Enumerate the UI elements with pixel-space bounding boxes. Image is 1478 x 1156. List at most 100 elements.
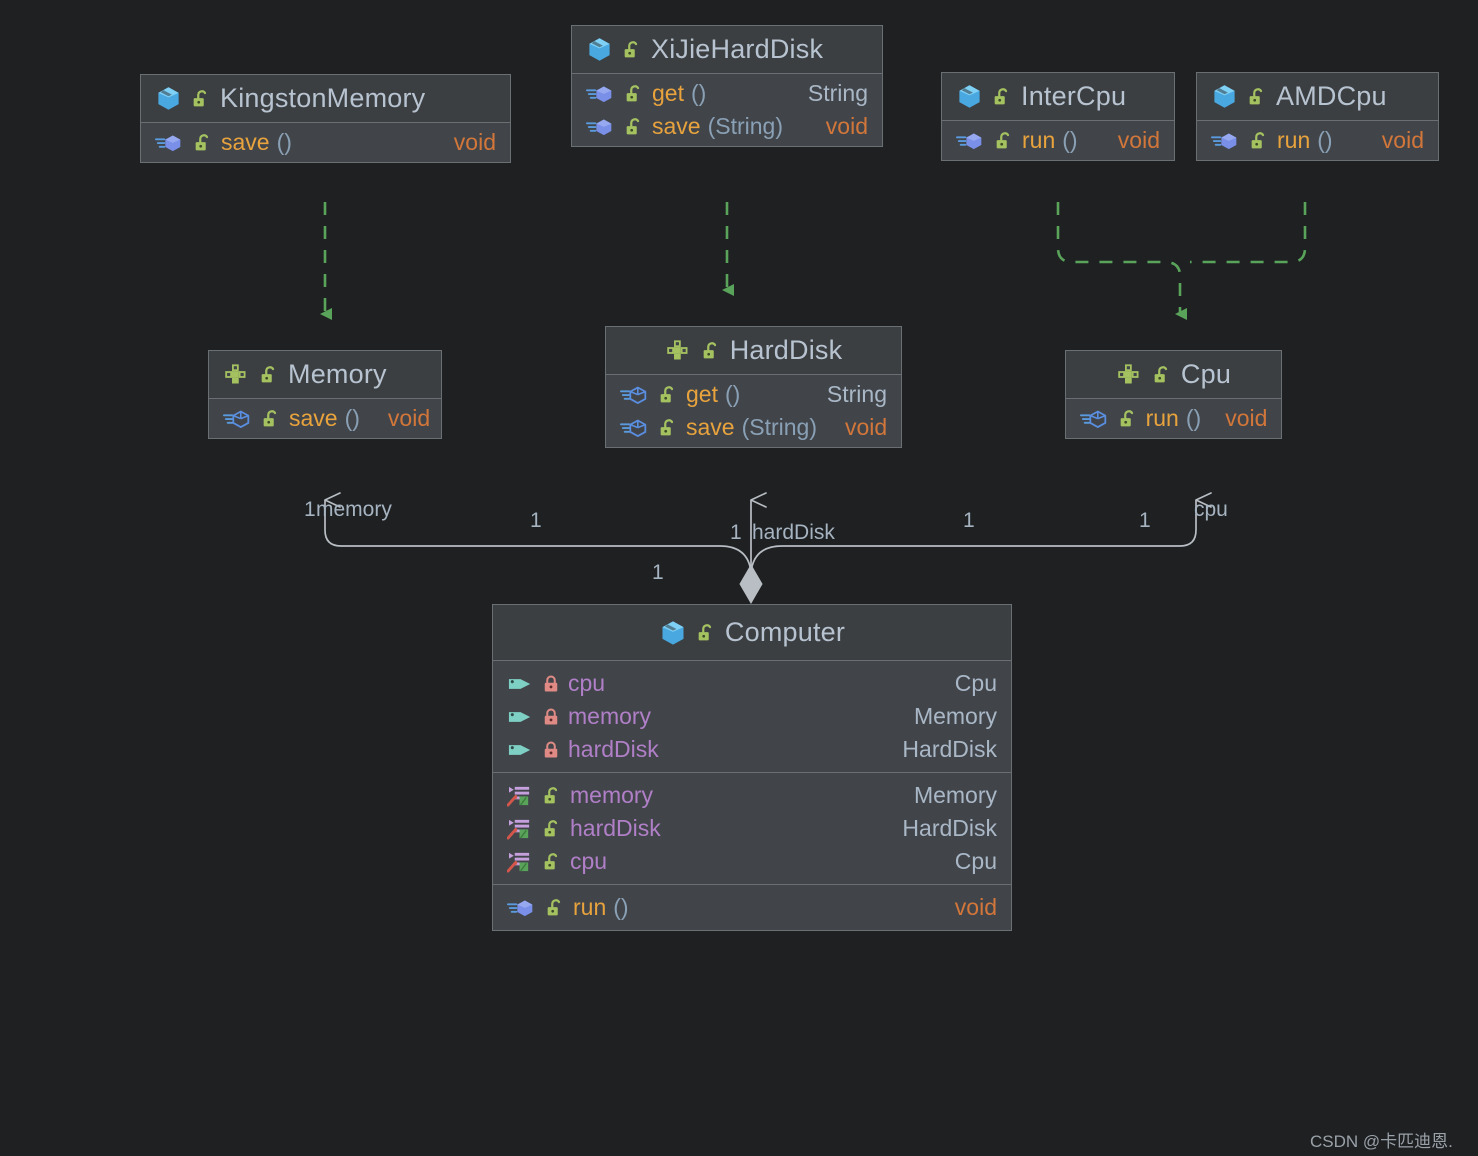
class-method-icon xyxy=(586,83,616,105)
member-type: void xyxy=(1225,405,1268,431)
member-args: (String) xyxy=(707,113,783,139)
node-title: InterCpu xyxy=(1021,81,1127,111)
interface-icon xyxy=(1116,361,1143,388)
field-row[interactable]: cpu Cpu xyxy=(493,667,1011,700)
member-row[interactable]: save () void xyxy=(209,402,441,435)
node-kingston-memory[interactable]: KingstonMemory save () void xyxy=(140,74,511,163)
member-type: void xyxy=(1381,127,1424,153)
class-method-icon xyxy=(586,116,616,138)
lock-icon xyxy=(541,706,561,728)
member-row[interactable]: save (String) void xyxy=(572,110,882,143)
member-type: void xyxy=(1117,127,1160,153)
class-icon xyxy=(1211,83,1238,110)
member-row[interactable]: get () String xyxy=(572,77,882,110)
class-icon xyxy=(155,85,182,112)
member-type: void xyxy=(387,405,431,431)
unlock-icon xyxy=(991,86,1013,108)
member-args: () xyxy=(690,80,707,106)
class-icon xyxy=(659,619,687,647)
node-computer[interactable]: Computer cpu Cpu memory Memory hardDisk … xyxy=(492,604,1012,931)
node-header: KingstonMemory xyxy=(141,75,510,123)
field-row[interactable]: memory Memory xyxy=(493,700,1011,733)
field-name: cpu xyxy=(568,670,606,696)
edge-aggregation-diamond xyxy=(719,545,783,604)
node-title: Memory xyxy=(288,359,387,389)
unlock-icon xyxy=(621,39,643,61)
member-name: get xyxy=(686,381,718,407)
edge-label-harddisk-role: hardDisk xyxy=(752,521,835,544)
edges-layer xyxy=(320,202,1307,604)
interface-method-icon xyxy=(1079,408,1110,430)
class-method-icon xyxy=(1211,130,1241,152)
node-xijie-harddisk[interactable]: XiJieHardDisk get () String save (String… xyxy=(571,25,883,147)
node-title: Computer xyxy=(724,617,846,647)
unlock-icon xyxy=(1246,86,1268,108)
node-header: XiJieHardDisk xyxy=(572,26,882,74)
property-row[interactable]: memory Memory xyxy=(493,779,1011,812)
property-name: hardDisk xyxy=(570,815,661,841)
edge-label-memory-mult-far: 1 xyxy=(530,509,542,532)
field-icon xyxy=(507,673,534,695)
member-row[interactable]: run () void xyxy=(1066,402,1281,435)
member-args: () xyxy=(344,405,360,431)
class-method-icon xyxy=(956,130,986,152)
node-header: Cpu xyxy=(1066,351,1281,399)
field-icon xyxy=(507,739,534,761)
member-args: () xyxy=(613,894,629,920)
node-title: KingstonMemory xyxy=(220,83,426,113)
node-cpu[interactable]: Cpu run () void xyxy=(1065,350,1282,439)
member-name: save xyxy=(686,414,735,440)
diagram-canvas: 1 memory 1 1 hardDisk 1 1 cpu 1 Kingston… xyxy=(0,0,1478,1156)
node-inter-cpu[interactable]: InterCpu run () void xyxy=(941,72,1175,161)
fields-section: cpu Cpu memory Memory hardDisk HardDisk xyxy=(493,661,1011,772)
properties-section: memory Memory hardDisk HardDisk cpu Cpu xyxy=(493,772,1011,884)
field-type: Cpu xyxy=(954,670,997,696)
member-row[interactable]: run () void xyxy=(1197,124,1438,157)
member-row[interactable]: save (String) void xyxy=(606,411,901,444)
member-type: void xyxy=(453,129,496,155)
unlock-icon xyxy=(695,622,717,644)
edge-label-harddisk-mult-near: 1 xyxy=(730,521,742,544)
member-type: void xyxy=(845,414,888,440)
node-amd-cpu[interactable]: AMDCpu run () void xyxy=(1196,72,1439,161)
unlock-icon xyxy=(1117,408,1139,430)
member-name: get xyxy=(652,80,684,106)
property-row[interactable]: cpu Cpu xyxy=(493,845,1011,878)
member-row[interactable]: run () void xyxy=(942,124,1174,157)
member-row[interactable]: run () void xyxy=(493,891,1011,924)
field-name: hardDisk xyxy=(568,736,659,762)
node-title: XiJieHardDisk xyxy=(651,34,824,64)
member-name: save xyxy=(652,113,701,139)
unlock-icon xyxy=(541,785,563,807)
unlock-icon xyxy=(700,340,722,362)
methods-section: run () void xyxy=(1066,399,1281,438)
member-name: run xyxy=(1145,405,1179,431)
node-header: Memory xyxy=(209,351,441,399)
node-header: InterCpu xyxy=(942,73,1174,121)
member-name: save xyxy=(289,405,338,431)
methods-section: run () void xyxy=(493,884,1011,930)
field-row[interactable]: hardDisk HardDisk xyxy=(493,733,1011,766)
member-row[interactable]: save () void xyxy=(141,126,510,159)
field-type: Memory xyxy=(913,703,997,729)
edge-label-cpu-mult-near: 1 xyxy=(1139,509,1151,532)
edge-intercpu-amdcpu-cpu xyxy=(1056,202,1307,320)
edge-label-cpu-role: cpu xyxy=(1194,498,1228,521)
lock-icon xyxy=(541,739,561,761)
unlock-icon xyxy=(260,408,282,430)
member-args: () xyxy=(1062,127,1078,153)
node-harddisk[interactable]: HardDisk get () String save (String) voi… xyxy=(605,326,902,448)
unlock-icon xyxy=(657,417,679,439)
interface-method-icon xyxy=(223,408,253,430)
node-memory[interactable]: Memory save () void xyxy=(208,350,442,439)
methods-section: get () String save (String) void xyxy=(572,74,882,146)
member-type: String xyxy=(826,381,887,407)
interface-method-icon xyxy=(620,417,650,439)
unlock-icon xyxy=(258,364,280,386)
node-header: Computer xyxy=(493,605,1011,661)
unlock-icon xyxy=(1248,130,1270,152)
methods-section: save () void xyxy=(209,399,441,438)
member-row[interactable]: get () String xyxy=(606,378,901,411)
lock-icon xyxy=(541,673,561,695)
property-row[interactable]: hardDisk HardDisk xyxy=(493,812,1011,845)
